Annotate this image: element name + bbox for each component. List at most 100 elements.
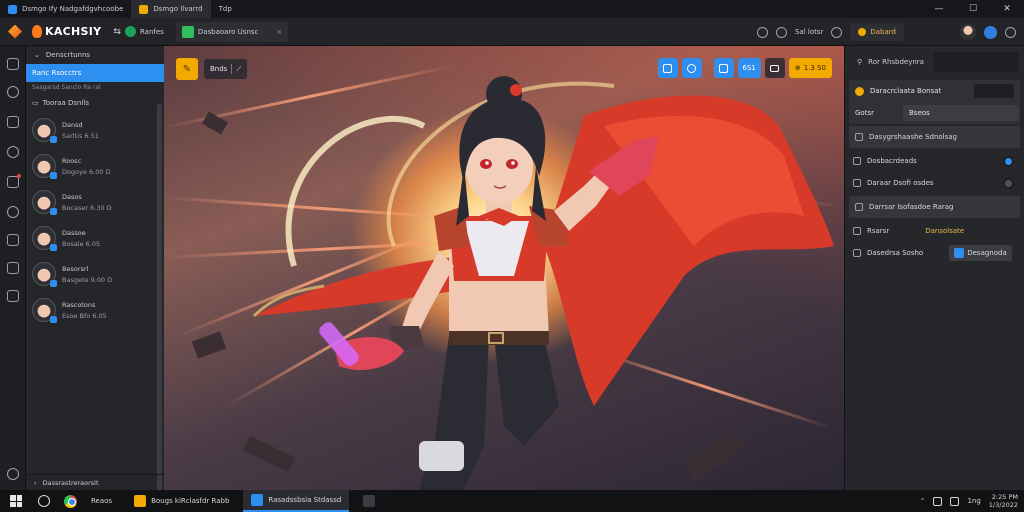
list-item[interactable]: Dansd Sarltis 6.51 — [26, 112, 164, 148]
chat-icon[interactable] — [7, 86, 19, 98]
panel-header: ⌄ Denscrtunns — [26, 46, 164, 64]
edit-icon[interactable] — [7, 174, 21, 188]
hero-illustration — [252, 76, 834, 490]
list-item[interactable]: Dassoe Bosale 6.05 — [26, 220, 164, 256]
avatar — [32, 118, 57, 143]
window-tab-3[interactable]: Tdp — [211, 0, 240, 18]
clock[interactable]: 2:25 PM 1/3/2022 — [989, 493, 1018, 509]
timer-icon[interactable] — [775, 26, 787, 38]
property-icon — [855, 133, 863, 141]
brush-icon: ⟋ — [236, 64, 242, 73]
document-tab-icon — [181, 25, 194, 38]
mail-icon[interactable] — [7, 234, 19, 246]
start-menu-icon[interactable] — [10, 495, 22, 507]
history-icon[interactable] — [756, 26, 768, 38]
taskbar-app-active[interactable]: Rasadssbsia Stdassd — [243, 490, 350, 512]
status-dot-icon — [855, 86, 864, 96]
refresh-button[interactable]: ⇆ Ranfes — [113, 26, 164, 37]
volume-icon[interactable] — [950, 496, 960, 506]
taskbar-app[interactable] — [355, 490, 383, 512]
layers-icon[interactable] — [7, 262, 19, 274]
panel-footer[interactable]: › Dassrastreraorsit — [26, 474, 164, 490]
crop-button[interactable] — [657, 58, 678, 78]
properties-title: Ror Rhsbdeynra — [868, 58, 924, 66]
list-item[interactable]: Roosc Dogoye 6.00 D — [26, 148, 164, 184]
user-avatar[interactable] — [960, 24, 976, 40]
detail-row: Dasedrsa Sosho Desagnoda — [845, 242, 1024, 264]
property-label: Dosbacrdeads — [867, 157, 917, 165]
image-viewer[interactable]: ✎ Bnds ⟋ 6S1 ⊕ 1.3 S0 — [164, 46, 844, 490]
browser-icon[interactable] — [64, 494, 77, 508]
system-tray: ⌃ 1ng 2:25 PM 1/3/2022 — [920, 490, 1018, 512]
card-toggle-input[interactable] — [974, 84, 1014, 98]
property-row[interactable]: Daraar Dsofi osdes — [845, 172, 1024, 194]
layer-name-box[interactable]: Bnds ⟋ — [204, 59, 248, 79]
detail-chip[interactable]: Desagnoda — [949, 245, 1012, 261]
list-item[interactable]: Dasos Bocaser 6.30 D — [26, 184, 164, 220]
toggle-on[interactable] — [1005, 157, 1012, 165]
taskbar-app[interactable]: Reaos — [83, 490, 120, 512]
list-item[interactable]: Besorsrl Basgete 9.00 D — [26, 256, 164, 292]
edit-pencil-icon[interactable]: ✎ — [176, 58, 198, 80]
files-icon[interactable] — [7, 58, 19, 70]
close-button[interactable]: ✕ — [990, 0, 1024, 18]
taskbar-app-label: Reaos — [91, 497, 113, 505]
share-icon — [687, 63, 696, 73]
network-icon[interactable] — [933, 496, 943, 506]
property-row[interactable]: Dosbacrdeads — [845, 150, 1024, 172]
window-controls: — ☐ ✕ — [922, 0, 1024, 18]
camera-button[interactable] — [764, 58, 785, 78]
list-item[interactable]: Rascotons Esoe Bfo 6.05 — [26, 292, 164, 328]
properties-search-input[interactable] — [934, 52, 1018, 72]
property-label: Darrsar lsofasdoe Rarag — [869, 203, 954, 211]
toggle-off[interactable] — [1005, 179, 1012, 187]
minimize-button[interactable]: — — [922, 0, 956, 18]
help-icon[interactable] — [1005, 26, 1016, 38]
share-button[interactable] — [681, 58, 702, 78]
gallery-icon[interactable] — [7, 116, 19, 128]
property-row[interactable]: Darrsar lsofasdoe Rarag — [849, 196, 1020, 218]
sort-label[interactable]: Sal lotsr — [795, 28, 823, 36]
maximize-button[interactable]: ☐ — [956, 0, 990, 18]
contact-status: Basgete 9.00 D — [62, 275, 113, 284]
property-row[interactable]: Dasygrshaashe Sdnolsag — [849, 126, 1020, 148]
clock-date: 1/3/2022 — [988, 501, 1018, 509]
card-field-value[interactable]: Bseos — [903, 105, 1019, 121]
info-icon — [853, 249, 861, 257]
page-counter[interactable]: 6S1 — [737, 58, 761, 78]
tab-close-icon[interactable]: × — [276, 28, 282, 36]
property-icon — [853, 179, 861, 187]
window-tab-1[interactable]: Dsmgo Ify Nadgafdgvhcoobe — [0, 0, 131, 18]
notification-icon[interactable] — [984, 25, 997, 39]
scrollbar[interactable] — [157, 104, 162, 504]
favorite-button[interactable]: Dabard — [850, 23, 904, 41]
grid-icon[interactable] — [7, 290, 19, 302]
camera-icon[interactable] — [7, 206, 19, 218]
card-field-label: Gotsr — [855, 109, 874, 117]
taskbar-app[interactable]: Bougs kiRclasfdr Rabb — [126, 490, 237, 512]
crop-icon — [663, 63, 672, 73]
clock-icon[interactable] — [7, 146, 19, 158]
document-tab[interactable]: Dasbaoaro Usnsc × — [175, 21, 289, 42]
refresh-label: Ranfes — [139, 27, 164, 36]
contact-name: Besorsrl — [62, 264, 89, 273]
contacts-panel: ⌄ Denscrtunns Ranc Rsocctrs Sasgarsd San… — [26, 46, 164, 504]
sidebar-item-active[interactable]: Ranc Rsocctrs — [26, 64, 164, 82]
sidebar-sub-item[interactable]: Sasgarsd Sanclo Ra ral — [26, 82, 164, 92]
zoom-control[interactable]: ⊕ 1.3 S0 — [788, 58, 832, 78]
contact-status: Bocaser 6.30 D — [62, 203, 112, 212]
comment-button[interactable] — [713, 58, 734, 78]
settings-icon[interactable] — [831, 26, 843, 38]
account-icon[interactable] — [7, 468, 19, 480]
window-tab-2[interactable]: Dsmgo Ilvarrd — [131, 0, 211, 18]
contact-status: Esoe Bfo 6.05 — [62, 311, 107, 320]
detail-label: Rsarsr — [867, 227, 890, 235]
layer-name-label: Bnds — [210, 65, 228, 73]
section-title: ▭ Tooraa Dsnlls — [26, 94, 164, 112]
chevron-down-icon[interactable]: ⌄ — [34, 51, 40, 59]
property-icon — [855, 203, 863, 211]
chevron-up-icon[interactable]: ⌃ — [920, 497, 926, 505]
search-icon[interactable] — [38, 495, 50, 507]
zoom-in-icon: ⊕ — [794, 64, 801, 72]
language-indicator[interactable]: 1ng — [967, 497, 980, 505]
